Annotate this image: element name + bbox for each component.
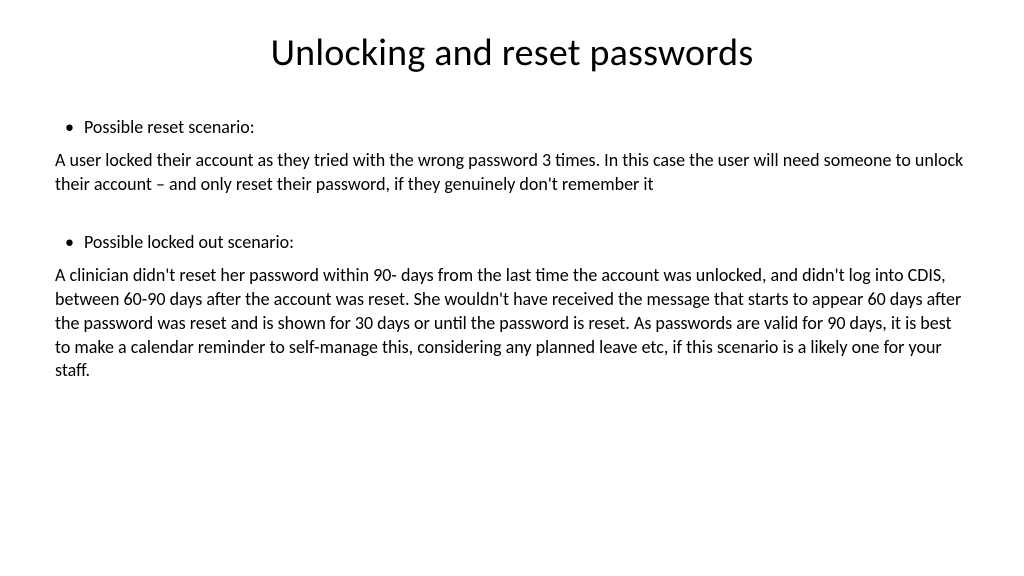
paragraph-locked-scenario: A clinician didn't reset her password wi…: [55, 264, 969, 383]
bullet-item-locked-scenario: • Possible locked out scenario:: [55, 231, 969, 254]
slide-title: Unlocking and reset passwords: [55, 30, 969, 76]
bullet-dot-icon: •: [65, 233, 74, 251]
bullet-item-reset-scenario: • Possible reset scenario:: [55, 116, 969, 139]
bullet-dot-icon: •: [65, 118, 74, 136]
bullet-label: Possible reset scenario:: [84, 116, 255, 139]
paragraph-reset-scenario: A user locked their account as they trie…: [55, 149, 969, 197]
bullet-label: Possible locked out scenario:: [84, 231, 294, 254]
